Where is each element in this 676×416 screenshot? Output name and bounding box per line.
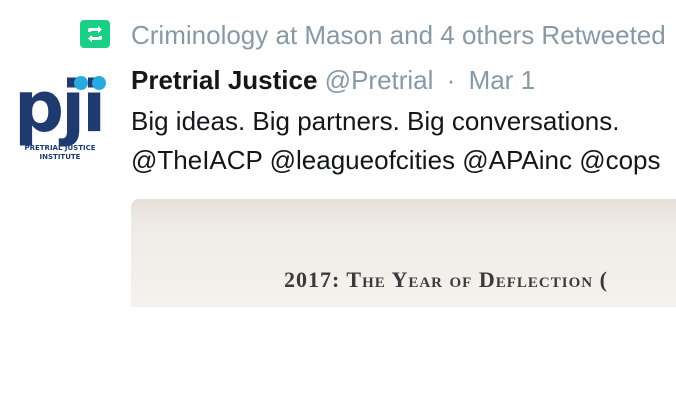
logo-dot-icon (92, 76, 106, 90)
tweet[interactable]: Pretrial Justice @Pretrial · Mar 1 Big i… (131, 62, 676, 416)
author-handle[interactable]: @Pretrial (325, 65, 434, 95)
author-name[interactable]: Pretrial Justice (131, 65, 317, 95)
logo-dot-icon (74, 76, 88, 90)
avatar[interactable]: pji PRETRIAL JUSTICE INSTITUTE (8, 68, 112, 172)
tweet-text-line-2[interactable]: @TheIACP @leagueofcities @APAinc @cops (131, 143, 661, 177)
separator-dot: · (446, 65, 456, 95)
logo-caption-line1: PRETRIAL JUSTICE (24, 144, 96, 152)
logo-caption-line2: INSTITUTE (39, 153, 81, 161)
retweet-icon (80, 20, 110, 48)
pji-logo-mark: pji (14, 66, 106, 148)
tweet-timestamp[interactable]: Mar 1 (469, 65, 535, 95)
retweet-label[interactable]: Criminology at Mason and 4 others Retwee… (131, 18, 666, 52)
media-caption: 2017: The Year of Deflection ( (284, 267, 608, 292)
tweet-header: Pretrial Justice @Pretrial · Mar 1 (131, 62, 535, 98)
tweet-media-image[interactable]: 2017: The Year of Deflection ( (131, 199, 676, 307)
tweet-text-line-1: Big ideas. Big partners. Big conversatio… (131, 106, 620, 136)
